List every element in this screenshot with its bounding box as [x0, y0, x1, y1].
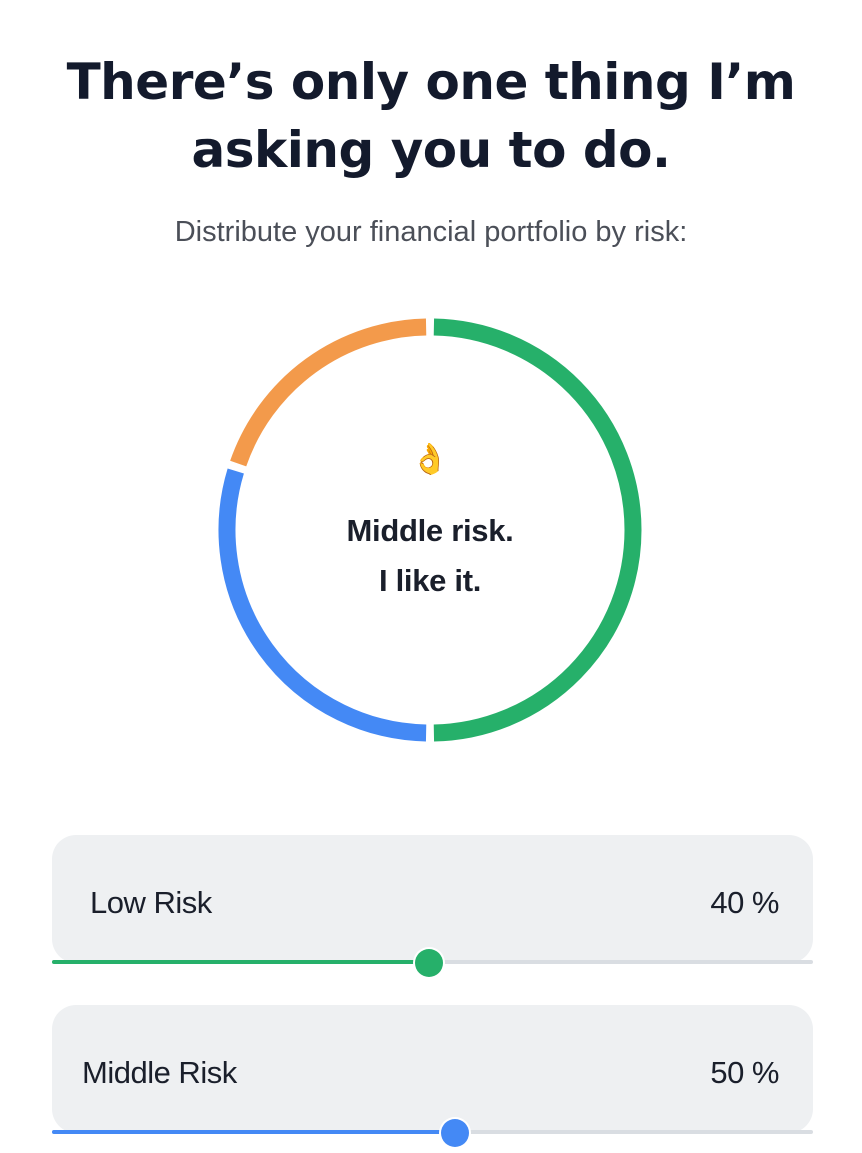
low-risk-value: 40 % [710, 885, 779, 920]
middle-risk-slider-fill [52, 1130, 455, 1134]
page: There’s only one thing I’m asking you to… [0, 0, 862, 1153]
donut-center-line-2: I like it. [378, 563, 482, 598]
page-title-line-1: There’s only one thing I’m [66, 53, 796, 111]
page-title: There’s only one thing I’m asking you to… [0, 48, 862, 184]
donut-center: 👌 Middle risk. I like it. [270, 440, 590, 606]
middle-risk-label: Middle Risk [82, 1055, 237, 1090]
low-risk-card: Low Risk 40 % [52, 835, 813, 977]
middle-risk-slider[interactable] [52, 1119, 813, 1147]
middle-risk-card: Middle Risk 50 % [52, 1005, 813, 1147]
ok-hand-icon: 👌 [411, 443, 449, 476]
page-subtitle: Distribute your financial portfolio by r… [174, 216, 688, 248]
donut-center-message: Middle risk. I like it. [270, 506, 590, 606]
donut-center-line-1: Middle risk. [346, 513, 514, 548]
page-title-line-2: asking you to do. [191, 121, 671, 179]
low-risk-slider-thumb[interactable] [415, 949, 443, 977]
low-risk-slider[interactable] [52, 949, 813, 977]
middle-risk-slider-thumb[interactable] [441, 1119, 469, 1147]
middle-risk-value: 50 % [710, 1055, 779, 1090]
low-risk-label: Low Risk [90, 885, 212, 920]
low-risk-slider-fill [52, 960, 429, 964]
